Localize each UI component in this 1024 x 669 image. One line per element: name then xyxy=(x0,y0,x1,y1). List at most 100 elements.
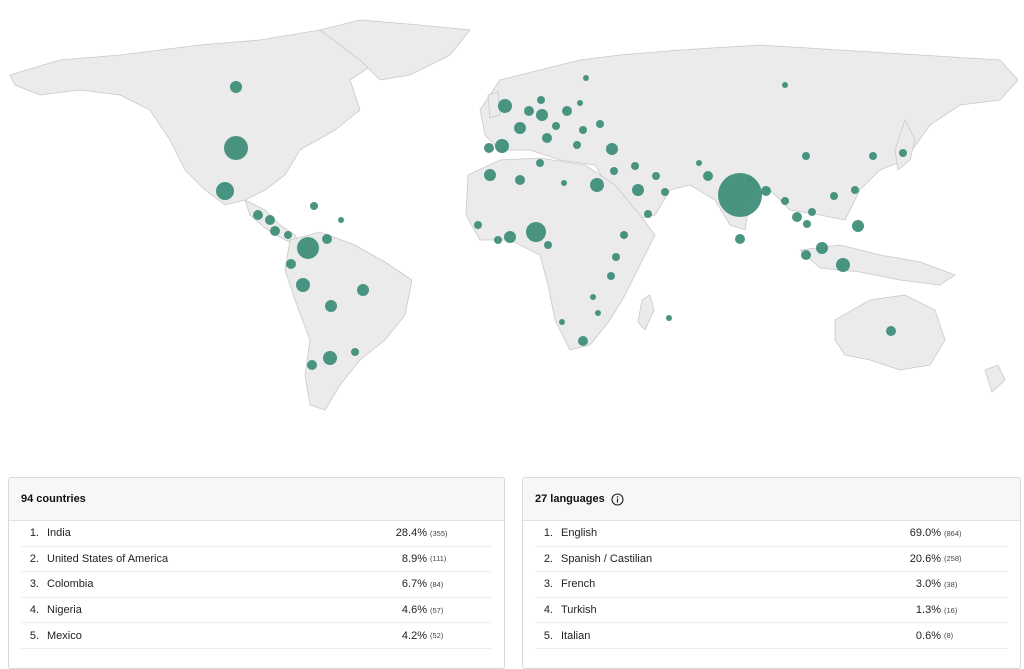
language-count: (8) xyxy=(944,631,954,641)
countries-panel-header: 94 countries xyxy=(9,478,504,521)
language-count: (38) xyxy=(944,579,958,589)
bubble-zimbabwe[interactable] xyxy=(595,310,601,316)
bubble-india[interactable] xyxy=(718,173,762,217)
countries-panel: 94 countries 1. India 28.4% (355) 2. Uni… xyxy=(8,477,505,669)
bubble-canada[interactable] xyxy=(230,81,242,93)
bubble-chile[interactable] xyxy=(307,360,317,370)
bubble-venezuela[interactable] xyxy=(322,234,332,244)
bubble-greece[interactable] xyxy=(573,141,581,149)
bubble-nepal[interactable] xyxy=(747,177,753,183)
bubble-kenya[interactable] xyxy=(612,253,620,261)
bubble-vietnam[interactable] xyxy=(808,208,816,216)
bubble-jordan[interactable] xyxy=(610,167,618,175)
bubble-korea[interactable] xyxy=(869,152,877,160)
bubble-singapore[interactable] xyxy=(816,242,828,254)
bubble-bangladesh[interactable] xyxy=(761,186,771,196)
bubble-argentina[interactable] xyxy=(323,351,337,365)
bubble-brazil[interactable] xyxy=(357,284,369,296)
bubble-italy[interactable] xyxy=(542,133,552,143)
bubble-usa[interactable] xyxy=(224,136,248,160)
country-row[interactable]: 4. Nigeria 4.6% (57) xyxy=(21,598,492,624)
bubble-tunisia[interactable] xyxy=(536,159,544,167)
bubble-myanmar[interactable] xyxy=(781,197,789,205)
bubble-france[interactable] xyxy=(514,122,526,134)
info-icon[interactable] xyxy=(611,492,624,506)
bubble-cameroon[interactable] xyxy=(544,241,552,249)
bubble-cambodia[interactable] xyxy=(803,220,811,228)
bubble-china[interactable] xyxy=(802,152,810,160)
bubble-honduras[interactable] xyxy=(265,215,275,225)
bubble-sri-lanka[interactable] xyxy=(735,234,745,244)
bubble-netherlands[interactable] xyxy=(524,106,534,116)
bubble-panama[interactable] xyxy=(284,231,292,239)
country-row[interactable]: 1. India 28.4% (355) xyxy=(21,521,492,547)
bubble-morocco[interactable] xyxy=(484,169,496,181)
bubble-hong-kong[interactable] xyxy=(830,192,838,200)
bubble-iran[interactable] xyxy=(652,172,660,180)
bubble-estonia[interactable] xyxy=(583,75,589,81)
bubble-caribbean[interactable] xyxy=(338,217,344,223)
language-percent: 69.0% xyxy=(909,527,941,540)
bubble-senegal[interactable] xyxy=(474,221,482,229)
bubble-scandinavia[interactable] xyxy=(537,96,545,104)
bubble-austria[interactable] xyxy=(552,122,560,130)
bubble-uruguay[interactable] xyxy=(351,348,359,356)
language-row[interactable]: 2. Spanish / Castilian 20.6% (258) xyxy=(535,547,1008,573)
bubble-algeria[interactable] xyxy=(515,175,525,185)
bubble-afghanistan[interactable] xyxy=(696,160,702,166)
land-north-america xyxy=(9,24,401,206)
bubble-uae[interactable] xyxy=(661,188,669,196)
bubble-turkey[interactable] xyxy=(606,143,618,155)
bubble-ethiopia[interactable] xyxy=(620,231,628,239)
bubble-mexico[interactable] xyxy=(216,182,234,200)
bubble-australia[interactable] xyxy=(886,326,896,336)
bubble-guatemala[interactable] xyxy=(253,210,263,220)
bubble-ghana[interactable] xyxy=(504,231,516,243)
bubble-spain[interactable] xyxy=(495,139,509,153)
country-row[interactable]: 5. Mexico 4.2% (52) xyxy=(21,623,492,649)
bubble-finland[interactable] xyxy=(577,100,583,106)
bubble-yemen[interactable] xyxy=(644,210,652,218)
bubble-saudi-arabia[interactable] xyxy=(632,184,644,196)
bubble-russia[interactable] xyxy=(782,82,788,88)
bubble-namibia[interactable] xyxy=(559,319,565,325)
language-row[interactable]: 5. Italian 0.6% (8) xyxy=(535,623,1008,649)
bubble-egypt[interactable] xyxy=(590,178,604,192)
bubble-libya[interactable] xyxy=(561,180,567,186)
bubble-portugal[interactable] xyxy=(484,143,494,153)
bubble-indonesia[interactable] xyxy=(836,258,850,272)
bubble-south-africa[interactable] xyxy=(578,336,588,346)
bubble-philippines[interactable] xyxy=(852,220,864,232)
bubble-cuba[interactable] xyxy=(310,202,318,210)
bubble-tanzania[interactable] xyxy=(607,272,615,280)
languages-panel-header: 27 languages xyxy=(523,478,1020,521)
bubble-iraq[interactable] xyxy=(631,162,639,170)
bubble-pakistan[interactable] xyxy=(703,171,713,181)
bubble-malaysia[interactable] xyxy=(801,250,811,260)
bubble-poland[interactable] xyxy=(562,106,572,116)
bubble-mauritius[interactable] xyxy=(666,315,672,321)
bubble-ivory-coast[interactable] xyxy=(494,236,502,244)
language-row[interactable]: 1. English 69.0% (864) xyxy=(535,521,1008,547)
bubble-ecuador[interactable] xyxy=(286,259,296,269)
country-row[interactable]: 3. Colombia 6.7% (84) xyxy=(21,572,492,598)
bubble-costa-rica[interactable] xyxy=(270,226,280,236)
bubble-bolivia[interactable] xyxy=(325,300,337,312)
bubble-taiwan[interactable] xyxy=(851,186,859,194)
bubble-zambia[interactable] xyxy=(590,294,596,300)
bubble-nigeria[interactable] xyxy=(526,222,546,242)
bubble-uk[interactable] xyxy=(498,99,512,113)
language-row[interactable]: 4. Turkish 1.3% (16) xyxy=(535,598,1008,624)
bubble-ukraine[interactable] xyxy=(596,120,604,128)
language-count: (864) xyxy=(944,528,962,538)
country-row[interactable]: 2. United States of America 8.9% (111) xyxy=(21,547,492,573)
bubble-romania[interactable] xyxy=(579,126,587,134)
language-row[interactable]: 3. French 3.0% (38) xyxy=(535,572,1008,598)
bubble-peru[interactable] xyxy=(296,278,310,292)
bubble-colombia[interactable] xyxy=(297,237,319,259)
country-name: Mexico xyxy=(47,629,82,642)
bubble-japan[interactable] xyxy=(899,149,907,157)
bubble-thailand[interactable] xyxy=(792,212,802,222)
land-new-zealand xyxy=(984,364,1006,393)
bubble-germany[interactable] xyxy=(536,109,548,121)
